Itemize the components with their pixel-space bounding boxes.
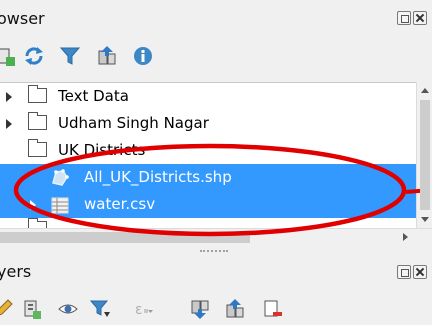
scroll-thumb[interactable] <box>420 100 430 210</box>
tree-item-water-csv[interactable]: water.csv <box>0 191 416 218</box>
filter-icon[interactable] <box>59 45 81 67</box>
tree-item-udham-singh-nagar[interactable]: Udham Singh Nagar <box>0 110 416 137</box>
browser-toolbar <box>0 42 432 72</box>
folder-icon <box>28 112 47 130</box>
close-panel-icon[interactable] <box>413 265 427 279</box>
remove-layer-icon[interactable] <box>262 298 284 320</box>
tree-item-uk-districts[interactable]: UK Districts <box>0 137 416 164</box>
layers-panel-header: yers <box>0 257 432 287</box>
layers-panel-title: yers <box>0 262 32 281</box>
folder-icon <box>28 85 47 103</box>
browser-tree: Text Data Udham Singh Nagar UK Districts… <box>0 82 416 228</box>
scroll-up-icon[interactable] <box>421 88 429 93</box>
panel-splitter[interactable] <box>0 245 432 257</box>
tree-item-all-uk-districts[interactable]: All_UK_Districts.shp <box>0 164 416 191</box>
tree-item-label: Udham Singh Nagar <box>58 114 209 132</box>
splitter-grip[interactable] <box>200 250 228 252</box>
table-icon <box>51 197 69 214</box>
browser-panel-title: owser <box>0 9 45 28</box>
expand-all-icon[interactable] <box>189 298 211 320</box>
refresh-icon[interactable] <box>23 45 45 67</box>
tree-item-partial[interactable] <box>0 218 416 228</box>
properties-icon[interactable] <box>132 45 154 67</box>
expand-arrow-icon[interactable] <box>30 200 36 210</box>
edit-pencil-icon[interactable] <box>0 298 14 320</box>
svg-text:ε: ε <box>135 302 143 318</box>
polygon-layer-icon <box>52 169 69 186</box>
expand-arrow-icon[interactable] <box>6 119 12 129</box>
add-layer-icon[interactable] <box>0 45 16 67</box>
float-panel-icon[interactable] <box>397 11 411 25</box>
folder-icon <box>28 218 47 228</box>
float-panel-icon[interactable] <box>397 265 411 279</box>
close-panel-icon[interactable] <box>413 11 427 25</box>
tree-item-label: UK Districts <box>58 141 146 159</box>
filter-expression-icon[interactable]: ε <box>132 298 154 320</box>
collapse-all-icon[interactable] <box>224 298 246 320</box>
filter-legend-icon[interactable] <box>89 298 111 320</box>
tree-item-label: Text Data <box>58 87 129 105</box>
tree-vertical-scrollbar[interactable] <box>416 82 432 228</box>
tree-item-label: water.csv <box>84 195 156 213</box>
layers-toolbar: ε <box>0 293 432 323</box>
tree-horizontal-scrollbar[interactable] <box>0 228 432 245</box>
tree-item-label: All_UK_Districts.shp <box>84 168 232 186</box>
scroll-thumb[interactable] <box>0 232 250 243</box>
add-group-icon[interactable] <box>21 298 43 320</box>
tree-item-text-data[interactable]: Text Data <box>0 83 416 110</box>
folder-icon <box>28 139 47 157</box>
browser-panel-header: owser <box>0 0 432 36</box>
scroll-right-icon[interactable] <box>403 233 408 241</box>
visibility-eye-icon[interactable] <box>57 298 79 320</box>
collapse-all-icon[interactable] <box>96 45 118 67</box>
scroll-down-icon[interactable] <box>421 217 429 222</box>
expand-arrow-icon[interactable] <box>6 92 12 102</box>
